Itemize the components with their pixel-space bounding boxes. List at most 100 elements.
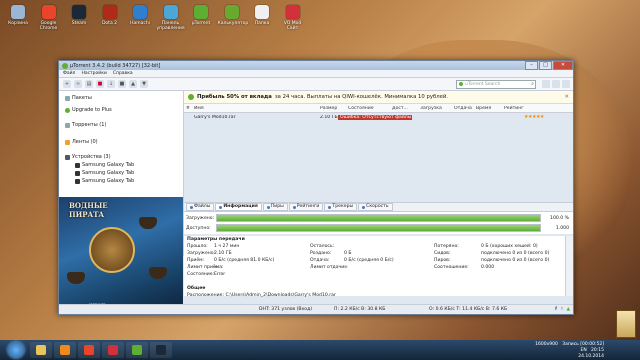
param-label: Лимит отдачи: xyxy=(310,265,346,270)
param-label: Осталось: xyxy=(310,244,335,249)
up-icon[interactable]: ▲ xyxy=(129,80,137,88)
col-up[interactable]: Отдача xyxy=(454,106,476,111)
desktop-icon[interactable]: µTorrent xyxy=(187,5,215,26)
clock-date[interactable]: 24.10.2014 xyxy=(578,354,604,359)
tab-label: Скорость xyxy=(366,204,389,209)
create-torrent-icon[interactable]: ▤ xyxy=(85,80,93,88)
col-index[interactable]: # xyxy=(184,106,194,111)
delete-icon[interactable]: ■ xyxy=(96,80,104,88)
book-icon[interactable] xyxy=(616,310,636,338)
minimize-button[interactable]: – xyxy=(525,61,538,70)
remote-icon[interactable] xyxy=(542,80,550,88)
taskbar-app-chrome[interactable] xyxy=(78,342,100,358)
desktop-icon[interactable]: Dota 2 xyxy=(96,5,124,26)
maximize-button[interactable]: □ xyxy=(539,61,552,70)
menu-help[interactable]: Справка xyxy=(113,71,133,76)
rating-stars[interactable]: ★★★★★ xyxy=(524,114,544,120)
param-value: 2.10 ГБ xyxy=(214,251,232,256)
taskbar-apps xyxy=(30,342,174,358)
add-link-icon[interactable]: ∞ xyxy=(74,80,82,88)
menu-bar: Файл Настройки Справка xyxy=(59,70,573,78)
col-rating[interactable]: Рейтинг xyxy=(504,106,534,111)
tab-ratings[interactable]: Рейтинги xyxy=(288,203,324,211)
menu-settings[interactable]: Настройки xyxy=(81,71,106,76)
stop-icon[interactable]: ■ xyxy=(118,80,126,88)
promo-text: за 24 часа. Выплаты на QIWI-кошелёк. Мин… xyxy=(274,94,448,100)
table-row[interactable]: Garry's Mod10.rar 2.10 ГБ Ошибка: Отсутс… xyxy=(184,113,573,121)
col-down[interactable]: Загрузка xyxy=(420,106,454,111)
desktop-icon[interactable]: Steam xyxy=(65,5,93,26)
add-torrent-icon[interactable]: + xyxy=(63,80,71,88)
tab-label: Рейтинги xyxy=(296,204,320,209)
app-icon xyxy=(255,5,269,19)
window-title: µTorrent 3.4.2 (build 34727) [32-bit] xyxy=(70,62,161,69)
downloaded-fill xyxy=(217,215,540,221)
chat-icon[interactable] xyxy=(552,80,560,88)
desktop-icon[interactable]: Панель управления xyxy=(157,5,185,31)
android-icon[interactable]: ▲ xyxy=(566,307,570,312)
col-eta[interactable]: Время xyxy=(476,106,504,111)
desktop-icon[interactable]: Корзина xyxy=(4,5,32,26)
title-bar[interactable]: µTorrent 3.4.2 (build 34727) [32-bit] – … xyxy=(59,61,573,70)
sidebar-item-label: Торренты (1) xyxy=(72,122,107,128)
taskbar-app-utorrent[interactable] xyxy=(126,342,148,358)
devices-icon xyxy=(65,154,70,160)
search-icon[interactable]: ⌕ xyxy=(531,81,534,88)
promo-icon xyxy=(188,94,194,100)
desktop-icon[interactable]: Google Chrome xyxy=(35,5,63,31)
tab-files[interactable]: Файлы xyxy=(186,203,215,211)
facebook-icon[interactable]: f xyxy=(555,307,557,312)
taskbar-app-explorer[interactable] xyxy=(30,342,52,358)
close-icon[interactable]: ✕ xyxy=(565,94,569,100)
sidebar-item-devices[interactable]: Устройства (3) xyxy=(65,154,111,160)
taskbar-app-vo-mod[interactable] xyxy=(102,342,124,358)
download-status: П: 2.2 КБ/с В: 30.8 КБ xyxy=(334,307,386,312)
twitter-icon[interactable]: t xyxy=(561,307,563,312)
tab-info[interactable]: Информация xyxy=(215,203,262,211)
app-icon xyxy=(163,5,178,19)
col-status[interactable]: Состояние xyxy=(348,106,392,111)
toolbar: + ∞ ▤ ■ ↓ ■ ▲ ▼ uTorrent Search ⌕ xyxy=(59,78,573,91)
sidebar-item-feeds[interactable]: Ленты (0) xyxy=(65,139,98,145)
down-icon[interactable]: ▼ xyxy=(140,80,148,88)
col-avail[interactable]: Дост... xyxy=(392,106,420,111)
param-value: 0 Б/с (средняя 81.0 КБ/с) xyxy=(214,258,275,263)
desktop-icon-label: Папка xyxy=(254,21,270,26)
close-button[interactable]: ✕ xyxy=(553,61,573,70)
detail-tabs: Файлы Информация Пиры Рейтинги Трекеры С… xyxy=(184,202,573,212)
param-value: 0 Б xyxy=(344,251,352,256)
ad-banner[interactable]: ВОДНЫЕПИРАТА играть xyxy=(59,197,183,314)
download-icon[interactable]: ↓ xyxy=(107,80,115,88)
device-item[interactable]: Samsung Galaxy Tab xyxy=(75,178,134,184)
app-icon xyxy=(11,5,25,19)
tab-peers[interactable]: Пиры xyxy=(262,203,288,211)
sidebar-item-torrents[interactable]: Торренты (1) xyxy=(65,122,106,128)
search-input[interactable]: uTorrent Search ⌕ xyxy=(456,79,536,89)
island-icon xyxy=(89,227,135,273)
language-indicator[interactable]: EN xyxy=(581,348,587,353)
tab-speed[interactable]: Скорость xyxy=(358,203,393,211)
sidebar-item-upgrade[interactable]: Upgrade to Plus xyxy=(65,107,112,113)
settings-icon[interactable] xyxy=(562,80,570,88)
clock-time[interactable]: 20:15 xyxy=(591,348,604,353)
sidebar-item-packages[interactable]: Пакеты xyxy=(65,95,92,101)
scrollbar[interactable] xyxy=(565,236,573,296)
device-label: Samsung Galaxy Tab xyxy=(82,178,135,184)
tablet-icon xyxy=(75,162,80,168)
param-label: Прошло: xyxy=(187,244,208,249)
device-item[interactable]: Samsung Galaxy Tab xyxy=(75,170,134,176)
desktop-icon[interactable]: Папка xyxy=(248,5,276,26)
desktop-icon[interactable]: Калькулятор xyxy=(218,5,248,26)
promo-banner[interactable]: Прибыль 50% от вклада за 24 часа. Выплат… xyxy=(184,91,573,104)
menu-file[interactable]: Файл xyxy=(63,71,75,76)
desktop-icon[interactable]: VO Mod Сайт xyxy=(279,5,307,31)
col-name[interactable]: Имя xyxy=(194,106,320,111)
device-item[interactable]: Samsung Galaxy Tab xyxy=(75,162,134,168)
tab-trackers[interactable]: Трекеры xyxy=(324,203,358,211)
start-button[interactable] xyxy=(8,342,24,358)
taskbar-app-media-player[interactable] xyxy=(54,342,76,358)
desktop-icon[interactable]: Hamachi xyxy=(126,5,154,26)
taskbar-app-steam[interactable] xyxy=(150,342,172,358)
col-size[interactable]: Размер xyxy=(320,106,348,111)
downloaded-label: Загружено: xyxy=(186,215,215,221)
